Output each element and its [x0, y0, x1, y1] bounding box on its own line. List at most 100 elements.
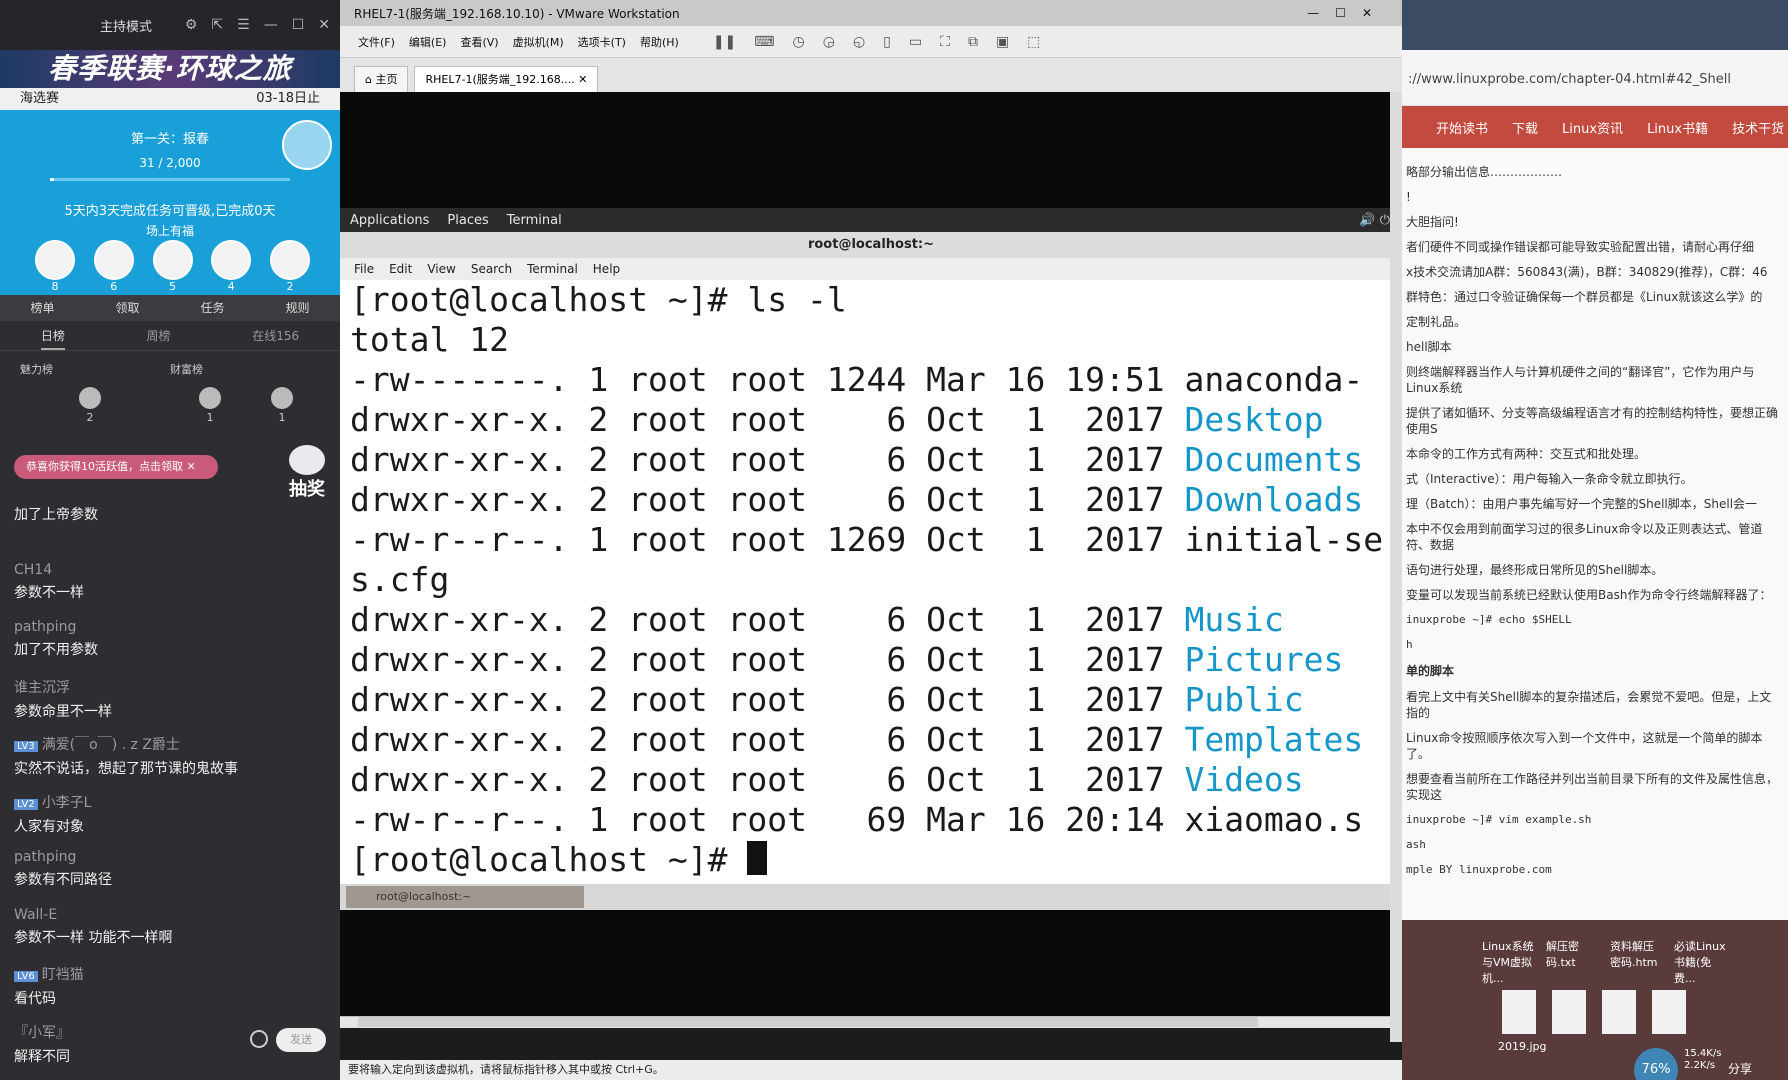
- send-keys-icon[interactable]: ⌨: [754, 34, 774, 50]
- tab-daily[interactable]: 日榜: [40, 321, 65, 350]
- view-icon[interactable]: ⬚: [1027, 34, 1040, 50]
- cpu-gauge[interactable]: 76%: [1634, 1048, 1678, 1080]
- event-banner: 春季联赛·环球之旅: [0, 50, 340, 88]
- article-text: Linux命令按照顺序依次写入到一个文件中，这就是一个简单的脚本了。: [1406, 731, 1763, 761]
- nav-linux-news[interactable]: Linux资讯: [1562, 118, 1623, 137]
- places-menu[interactable]: Places: [447, 213, 488, 228]
- menu-tabs[interactable]: 选项卡(T): [578, 34, 626, 50]
- popout-icon[interactable]: ⇱: [211, 17, 223, 33]
- restore-snapshot-icon[interactable]: ◶: [823, 34, 835, 50]
- directory-name: Templates: [1184, 720, 1364, 759]
- reward-toast[interactable]: 恭喜你获得10活跃值，点击领取 ✕: [14, 455, 218, 479]
- excel-icon[interactable]: [1652, 990, 1686, 1034]
- tab-home[interactable]: ⌂ 主页: [354, 66, 409, 92]
- nav-download[interactable]: 下载: [1512, 118, 1538, 137]
- chat-list: 加了上帝参数 CH14 参数不一样 pathping 加了不用参数 谁主沉浮 参数命里不一样…: [14, 500, 314, 1079]
- avatar[interactable]: 2: [270, 240, 310, 293]
- nav-linux-books[interactable]: Linux书籍: [1647, 118, 1708, 137]
- snapshot-icon[interactable]: ◷: [793, 34, 805, 50]
- close-icon[interactable]: ✕: [1362, 6, 1372, 20]
- tab-online[interactable]: 在线156: [252, 321, 299, 350]
- terminal-menu-file[interactable]: File: [354, 262, 374, 276]
- menu-vm[interactable]: 虚拟机(M): [513, 34, 564, 50]
- article-text: 定制礼品。: [1406, 315, 1467, 329]
- terminal-line: drwxr-xr-x. 2 root root 6 Oct 1 2017 Pic…: [350, 640, 1344, 679]
- vmware-window: RHEL7-1(服务端_192.168.10.10) - VMware Work…: [340, 0, 1402, 1080]
- minimize-icon[interactable]: —: [1307, 6, 1319, 20]
- menu-icon[interactable]: ☰: [237, 17, 250, 33]
- terminal-output[interactable]: [root@localhost ~]# ls -l total 12 -rw----…: [340, 280, 1402, 884]
- close-icon[interactable]: ✕: [318, 17, 330, 33]
- tab-claim[interactable]: 领取: [115, 295, 139, 321]
- menu-help[interactable]: 帮助(H): [640, 34, 679, 50]
- avatar[interactable]: 4: [211, 240, 252, 293]
- nav-tech[interactable]: 技术干货: [1732, 118, 1784, 137]
- avatar[interactable]: 6: [93, 240, 134, 293]
- rank-avatar[interactable]: 1: [198, 387, 222, 424]
- rank-avatar[interactable]: 2: [78, 387, 102, 424]
- desktop-shortcut[interactable]: 必读Linux书籍(免费...: [1674, 938, 1726, 986]
- manage-snapshots-icon[interactable]: ◵: [853, 34, 865, 50]
- terminal-menu-help[interactable]: Help: [593, 262, 620, 276]
- nav-start-reading[interactable]: 开始读书: [1436, 118, 1488, 137]
- chat-user[interactable]: LV2 小李子L: [14, 792, 314, 812]
- taskbar-terminal-item[interactable]: root@localhost:~: [346, 886, 584, 908]
- chat-user[interactable]: pathping: [14, 849, 314, 865]
- thumbnail-icon[interactable]: ▭: [909, 34, 922, 50]
- tab-rules[interactable]: 规则: [285, 295, 309, 321]
- terminal-app-menu[interactable]: Terminal: [507, 213, 562, 228]
- terminal-menu-edit[interactable]: Edit: [389, 262, 412, 276]
- vertical-scrollbar[interactable]: [1390, 92, 1402, 1042]
- console-icon[interactable]: ▣: [996, 34, 1009, 50]
- desktop-shortcut[interactable]: 解压密码.txt: [1546, 938, 1598, 986]
- chat-message: LV2 小李子L 人家有对象: [14, 792, 314, 850]
- unity-icon[interactable]: ⧉: [968, 34, 978, 50]
- net-speed: 15.4K/s 2.2K/s: [1684, 1048, 1722, 1071]
- terminal-menu-terminal[interactable]: Terminal: [527, 262, 578, 276]
- file-icon[interactable]: [1552, 990, 1586, 1034]
- desktop-shortcut[interactable]: 资料解压密码.htm: [1610, 938, 1662, 986]
- lottery-button[interactable]: 抽奖: [282, 445, 332, 500]
- tab-weekly[interactable]: 周榜: [147, 321, 171, 350]
- address-bar[interactable]: ://www.linuxprobe.com/chapter-04.html#42…: [1402, 50, 1788, 106]
- task-subtitle: 场上有福: [145, 224, 194, 238]
- terminal-menu-view[interactable]: View: [427, 262, 455, 276]
- avatar[interactable]: 8: [35, 240, 75, 293]
- tab-vm[interactable]: RHEL7-1(服务端_192.168.... ✕: [414, 66, 599, 92]
- vmware-menubar: 文件(F) 编辑(E) 查看(V) 虚拟机(M) 选项卡(T) 帮助(H) ❚❚…: [340, 26, 1402, 58]
- chat-message: LV6 盯裆猫 看代码: [14, 964, 314, 1022]
- menu-view[interactable]: 查看(V): [460, 34, 498, 50]
- chat-user[interactable]: LV6 盯裆猫: [14, 964, 314, 984]
- file-icon[interactable]: [1602, 990, 1636, 1034]
- terminal-line: [root@localhost ~]#: [350, 840, 1402, 880]
- send-button[interactable]: 发送: [276, 1028, 326, 1052]
- chat-user[interactable]: 谁主沉浮: [14, 677, 314, 697]
- avatar[interactable]: 5: [152, 240, 193, 293]
- applications-menu[interactable]: Applications: [350, 213, 429, 228]
- desktop-shortcut[interactable]: Linux系统与VM虚拟机...: [1482, 938, 1534, 986]
- chat-user[interactable]: CH14: [14, 562, 314, 578]
- rank-avatar[interactable]: 1: [270, 387, 294, 424]
- article-text: 则终端解释器当作人与计算机硬件之间的“翻译官”，它作为用户与Linux系统: [1406, 365, 1755, 395]
- horizontal-scrollbar[interactable]: [340, 1016, 1402, 1028]
- chat-user[interactable]: pathping: [14, 619, 314, 635]
- tab-tasks[interactable]: 任务: [200, 295, 224, 321]
- settings-icon[interactable]: ⚙: [185, 17, 198, 33]
- file-icon[interactable]: [1502, 990, 1536, 1034]
- terminal-menu-search[interactable]: Search: [471, 262, 512, 276]
- minimize-icon[interactable]: —: [264, 17, 278, 33]
- chat-user[interactable]: LV3 满爱(￣o￣) . z Z爵士: [14, 734, 314, 754]
- terminal-line: -rw-------. 1 root root 1244 Mar 16 19:5…: [350, 360, 1364, 399]
- tab-rank[interactable]: 榜单: [30, 295, 54, 321]
- menu-file[interactable]: 文件(F): [358, 34, 395, 50]
- sidebar-icon[interactable]: ▯: [883, 34, 891, 50]
- maximize-icon[interactable]: ☐: [292, 17, 305, 33]
- emoji-icon[interactable]: [250, 1030, 268, 1048]
- menu-edit[interactable]: 编辑(E): [409, 34, 447, 50]
- pause-icon[interactable]: ❚❚: [713, 34, 736, 50]
- fullscreen-icon[interactable]: ⛶: [940, 34, 950, 50]
- article-text: inuxprobe ~]# vim example.sh: [1406, 813, 1592, 826]
- chat-user[interactable]: Wall-E: [14, 907, 314, 923]
- share-button[interactable]: 分享: [1728, 1060, 1752, 1077]
- maximize-icon[interactable]: ☐: [1335, 6, 1346, 20]
